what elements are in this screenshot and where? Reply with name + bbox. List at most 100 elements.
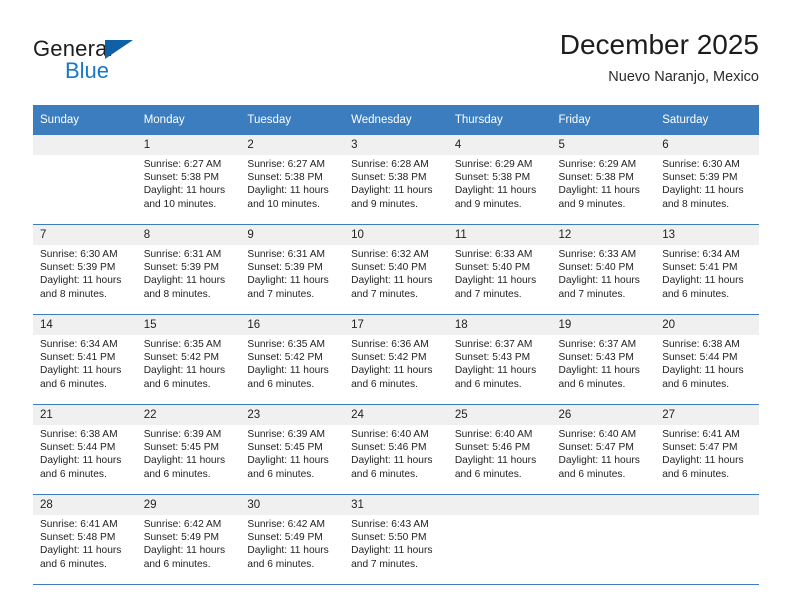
sunset-text: Sunset: 5:40 PM bbox=[351, 262, 427, 274]
calendar-day-cell[interactable]: 19 Sunrise: 6:37 AM Sunset: 5:43 PM Dayligh… bbox=[551, 314, 656, 405]
day-number: 25 bbox=[447, 405, 552, 425]
calendar-day-cell[interactable]: 7 Sunrise: 6:30 AM Sunset: 5:39 PM Daylight… bbox=[33, 224, 137, 315]
calendar-day-cell[interactable]: 23 Sunrise: 6:39 AM Sunset: 5:45 PM Dayligh… bbox=[240, 404, 345, 495]
calendar-day-cell[interactable]: 9 Sunrise: 6:31 AM Sunset: 5:39 PM Daylight… bbox=[240, 224, 345, 315]
calendar-day-cell[interactable]: 8 Sunrise: 6:31 AM Sunset: 5:39 PM Daylight… bbox=[136, 224, 241, 315]
calendar-day-cell[interactable]: 18 Sunrise: 6:37 AM Sunset: 5:43 PM Dayligh… bbox=[447, 314, 552, 405]
weekday-header-thursday: Thursday bbox=[447, 105, 552, 135]
day-details: Sunrise: 6:42 AM Sunset: 5:49 PM Daylight:… bbox=[240, 515, 344, 571]
calendar-day-cell[interactable]: 13 Sunrise: 6:34 AM Sunset: 5:41 PM Dayligh… bbox=[655, 224, 759, 315]
daylight-text-line1: Daylight: 11 hours bbox=[247, 365, 329, 377]
daylight-text-line2: and 10 minutes. bbox=[247, 198, 320, 210]
day-number: 19 bbox=[551, 315, 656, 335]
sunset-text: Sunset: 5:39 PM bbox=[247, 262, 323, 274]
daylight-text-line1: Daylight: 11 hours bbox=[351, 455, 433, 467]
daylight-text-line1: Daylight: 11 hours bbox=[662, 185, 744, 197]
day-number: 20 bbox=[655, 315, 759, 335]
sunrise-text: Sunrise: 6:39 AM bbox=[143, 429, 222, 440]
calendar-day-cell[interactable]: 10 Sunrise: 6:32 AM Sunset: 5:40 PM Dayligh… bbox=[344, 224, 448, 315]
day-details: Sunrise: 6:29 AM Sunset: 5:38 PM Daylight:… bbox=[448, 155, 552, 211]
calendar-day-cell[interactable]: 6 Sunrise: 6:30 AM Sunset: 5:39 PM Daylight… bbox=[655, 135, 759, 225]
day-number: 29 bbox=[136, 495, 241, 515]
calendar-day-cell-empty bbox=[447, 494, 552, 585]
sunrise-text: Sunrise: 6:27 AM bbox=[143, 159, 222, 170]
sunset-text: Sunset: 5:49 PM bbox=[143, 532, 220, 544]
calendar-day-cell[interactable]: 29 Sunrise: 6:42 AM Sunset: 5:49 PM Dayligh… bbox=[136, 494, 241, 585]
calendar-day-cell[interactable]: 5 Sunrise: 6:29 AM Sunset: 5:38 PM Daylight… bbox=[551, 135, 656, 225]
day-details: Sunrise: 6:37 AM Sunset: 5:43 PM Daylight:… bbox=[552, 335, 656, 391]
calendar-page: General Blue December 2025 Nuevo Naranjo… bbox=[0, 0, 792, 612]
weekday-header-sunday: Sunday bbox=[33, 105, 137, 135]
day-number bbox=[551, 495, 656, 515]
sunset-text: Sunset: 5:43 PM bbox=[558, 352, 634, 364]
day-number: 3 bbox=[344, 135, 448, 155]
day-number: 24 bbox=[344, 405, 448, 425]
page-header: General Blue December 2025 Nuevo Naranjo… bbox=[33, 28, 759, 98]
calendar-day-cell[interactable]: 3 Sunrise: 6:28 AM Sunset: 5:38 PM Daylight… bbox=[344, 135, 448, 225]
daylight-text-line1: Daylight: 11 hours bbox=[247, 275, 329, 287]
weekday-header-wednesday: Wednesday bbox=[344, 105, 448, 135]
sunset-text: Sunset: 5:40 PM bbox=[558, 262, 634, 274]
calendar-body: 1 Sunrise: 6:27 AM Sunset: 5:38 PM Daylight… bbox=[33, 135, 759, 585]
calendar-day-cell[interactable]: 26 Sunrise: 6:40 AM Sunset: 5:47 PM Dayligh… bbox=[551, 404, 656, 495]
calendar-day-cell[interactable]: 12 Sunrise: 6:33 AM Sunset: 5:40 PM Dayligh… bbox=[551, 224, 656, 315]
day-number: 30 bbox=[240, 495, 345, 515]
sunrise-text: Sunrise: 6:31 AM bbox=[247, 249, 325, 260]
day-number: 15 bbox=[136, 315, 241, 335]
calendar-day-cell[interactable]: 20 Sunrise: 6:38 AM Sunset: 5:44 PM Dayligh… bbox=[655, 314, 759, 405]
daylight-text-line2: and 8 minutes. bbox=[143, 288, 211, 300]
calendar-day-cell[interactable]: 31 Sunrise: 6:43 AM Sunset: 5:50 PM Dayligh… bbox=[344, 494, 448, 585]
daylight-text-line2: and 6 minutes. bbox=[247, 468, 315, 480]
calendar-day-cell[interactable]: 25 Sunrise: 6:40 AM Sunset: 5:46 PM Dayligh… bbox=[447, 404, 552, 495]
daylight-text-line2: and 6 minutes. bbox=[40, 468, 107, 480]
calendar-day-cell[interactable]: 22 Sunrise: 6:39 AM Sunset: 5:45 PM Dayligh… bbox=[136, 404, 241, 495]
calendar-week-row: 7 Sunrise: 6:30 AM Sunset: 5:39 PM Daylight… bbox=[33, 224, 759, 315]
sunrise-text: Sunrise: 6:35 AM bbox=[143, 339, 222, 350]
day-details: Sunrise: 6:28 AM Sunset: 5:38 PM Daylight:… bbox=[344, 155, 448, 211]
day-number: 6 bbox=[655, 135, 759, 155]
day-number: 8 bbox=[136, 225, 241, 245]
calendar-day-cell[interactable]: 11 Sunrise: 6:33 AM Sunset: 5:40 PM Dayligh… bbox=[447, 224, 552, 315]
logo-text-blue: Blue bbox=[65, 58, 110, 83]
sunset-text: Sunset: 5:42 PM bbox=[143, 352, 220, 364]
daylight-text-line1: Daylight: 11 hours bbox=[351, 185, 433, 197]
daylight-text-line2: and 6 minutes. bbox=[143, 378, 211, 390]
daylight-text-line1: Daylight: 11 hours bbox=[40, 455, 122, 467]
calendar-day-cell[interactable]: 17 Sunrise: 6:36 AM Sunset: 5:42 PM Dayligh… bbox=[344, 314, 448, 405]
day-number: 28 bbox=[33, 495, 137, 515]
day-details: Sunrise: 6:34 AM Sunset: 5:41 PM Daylight:… bbox=[33, 335, 137, 391]
sunrise-text: Sunrise: 6:29 AM bbox=[454, 159, 533, 170]
day-details: Sunrise: 6:43 AM Sunset: 5:50 PM Daylight:… bbox=[344, 515, 448, 571]
daylight-text-line2: and 6 minutes. bbox=[351, 468, 418, 480]
sunset-text: Sunset: 5:45 PM bbox=[247, 442, 323, 454]
day-number: 1 bbox=[136, 135, 241, 155]
calendar-day-cell[interactable]: 27 Sunrise: 6:41 AM Sunset: 5:47 PM Dayligh… bbox=[655, 404, 759, 495]
sunset-text: Sunset: 5:38 PM bbox=[351, 172, 427, 184]
daylight-text-line1: Daylight: 11 hours bbox=[247, 545, 329, 557]
day-number: 11 bbox=[447, 225, 552, 245]
calendar-day-cell-empty bbox=[33, 135, 137, 225]
day-details: Sunrise: 6:34 AM Sunset: 5:41 PM Daylight:… bbox=[655, 245, 759, 301]
calendar-day-cell[interactable]: 15 Sunrise: 6:35 AM Sunset: 5:42 PM Dayligh… bbox=[136, 314, 241, 405]
calendar-day-cell[interactable]: 4 Sunrise: 6:29 AM Sunset: 5:38 PM Daylight… bbox=[447, 135, 552, 225]
day-number: 16 bbox=[240, 315, 345, 335]
calendar-day-cell[interactable]: 2 Sunrise: 6:27 AM Sunset: 5:38 PM Daylight… bbox=[240, 135, 345, 225]
daylight-text-line2: and 9 minutes. bbox=[558, 198, 626, 210]
daylight-text-line1: Daylight: 11 hours bbox=[40, 545, 122, 557]
day-number: 22 bbox=[136, 405, 241, 425]
sunrise-text: Sunrise: 6:35 AM bbox=[247, 339, 325, 350]
day-number bbox=[655, 495, 759, 515]
day-details: Sunrise: 6:35 AM Sunset: 5:42 PM Daylight:… bbox=[240, 335, 344, 391]
calendar-day-cell[interactable]: 1 Sunrise: 6:27 AM Sunset: 5:38 PM Daylight… bbox=[136, 135, 241, 225]
general-blue-logo[interactable]: General Blue bbox=[33, 36, 213, 92]
daylight-text-line2: and 6 minutes. bbox=[40, 558, 107, 570]
daylight-text-line1: Daylight: 11 hours bbox=[662, 455, 744, 467]
daylight-text-line2: and 6 minutes. bbox=[454, 378, 522, 390]
calendar-day-cell[interactable]: 30 Sunrise: 6:42 AM Sunset: 5:49 PM Dayligh… bbox=[240, 494, 345, 585]
calendar-day-cell[interactable]: 14 Sunrise: 6:34 AM Sunset: 5:41 PM Dayligh… bbox=[33, 314, 137, 405]
calendar-day-cell[interactable]: 16 Sunrise: 6:35 AM Sunset: 5:42 PM Dayligh… bbox=[240, 314, 345, 405]
sunrise-text: Sunrise: 6:27 AM bbox=[247, 159, 325, 170]
calendar-day-cell[interactable]: 24 Sunrise: 6:40 AM Sunset: 5:46 PM Dayligh… bbox=[344, 404, 448, 495]
calendar-day-cell[interactable]: 21 Sunrise: 6:38 AM Sunset: 5:44 PM Dayligh… bbox=[33, 404, 137, 495]
calendar-day-cell[interactable]: 28 Sunrise: 6:41 AM Sunset: 5:48 PM Dayligh… bbox=[33, 494, 137, 585]
